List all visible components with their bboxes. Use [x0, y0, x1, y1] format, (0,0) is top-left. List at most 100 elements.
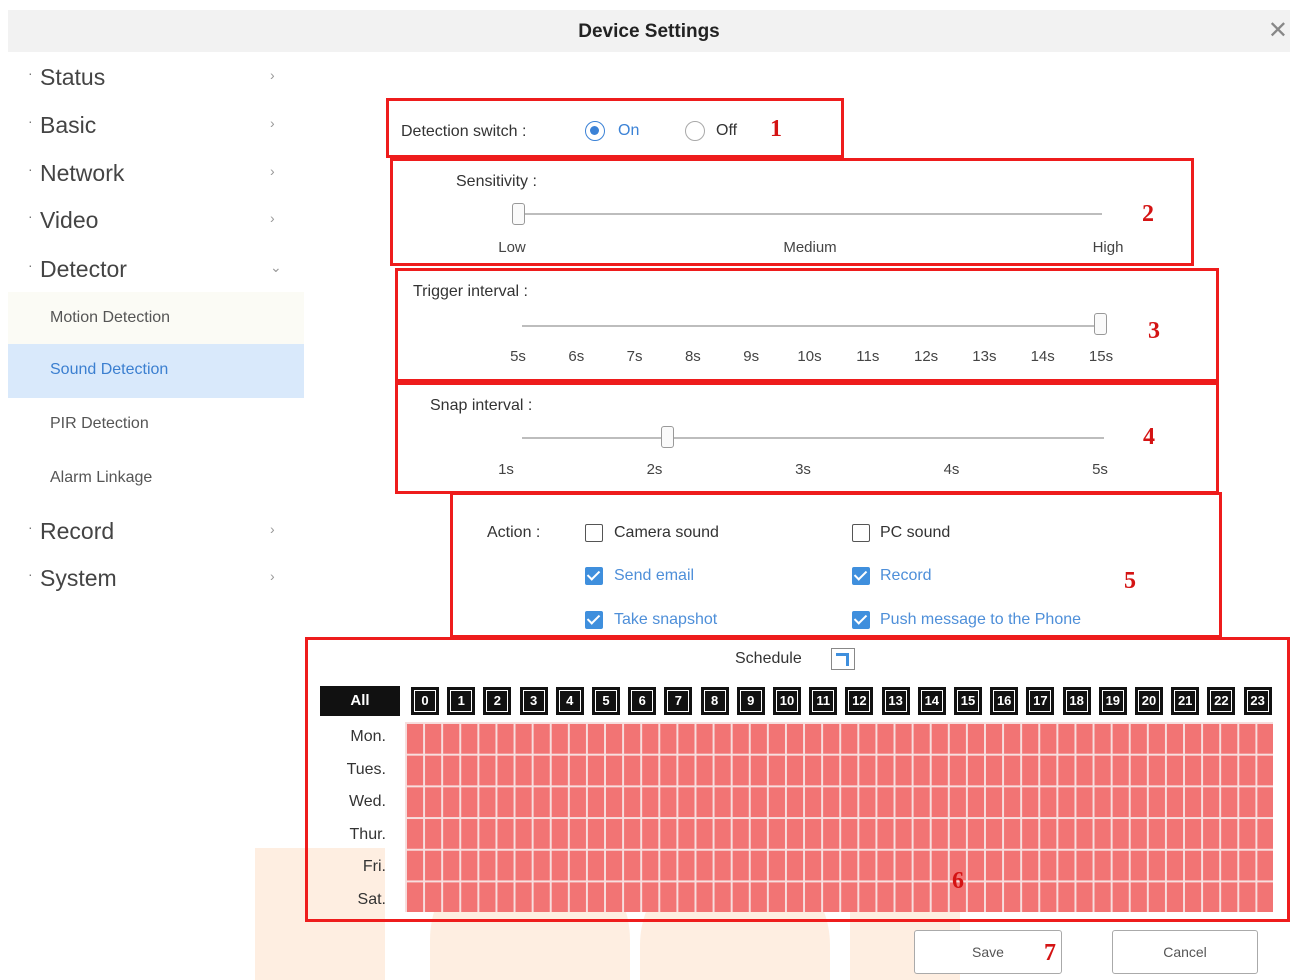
- day-label[interactable]: Fri.: [322, 858, 400, 876]
- hour-button[interactable]: 3: [519, 687, 548, 715]
- sidebar-item-basic[interactable]: · Basic ›: [8, 103, 304, 143]
- sidebar-item-network[interactable]: · Network ›: [8, 151, 304, 191]
- chevron-right-icon: ›: [270, 568, 275, 584]
- take-snapshot-checkbox[interactable]: [585, 611, 603, 629]
- day-label[interactable]: Wed.: [322, 793, 400, 811]
- sidebar-item-label: System: [40, 565, 117, 591]
- sidebar-item-video[interactable]: · Video ›: [8, 198, 304, 238]
- hour-button[interactable]: 21: [1171, 687, 1200, 715]
- sensitivity-track[interactable]: [518, 213, 1102, 215]
- hour-button[interactable]: 5: [592, 687, 620, 715]
- trigger-interval-slider-handle[interactable]: [1094, 313, 1107, 335]
- day-label[interactable]: Mon.: [322, 728, 400, 746]
- sidebar-item-label: Record: [40, 518, 115, 544]
- detection-off-radio[interactable]: [685, 121, 705, 141]
- hour-button[interactable]: 1: [447, 687, 476, 715]
- annotation-number-1: 1: [770, 116, 782, 142]
- chevron-right-icon: ›: [270, 163, 275, 179]
- hour-button[interactable]: 22: [1207, 687, 1236, 715]
- sidebar-subitem-label: Alarm Linkage: [50, 469, 153, 486]
- detection-on-radio[interactable]: [585, 121, 605, 141]
- hour-button[interactable]: 0: [411, 687, 439, 715]
- detection-on-label[interactable]: On: [618, 122, 639, 140]
- pc-sound-label[interactable]: PC sound: [880, 524, 950, 542]
- device-settings-window: Device Settings ✕ · Status › · Basic › ·…: [0, 0, 1290, 980]
- sensitivity-slider-handle[interactable]: [512, 203, 525, 225]
- push-message-label[interactable]: Push message to the Phone: [880, 611, 1081, 629]
- day-label[interactable]: Thur.: [322, 826, 400, 844]
- hour-button[interactable]: 17: [1026, 687, 1055, 715]
- take-snapshot-label[interactable]: Take snapshot: [614, 611, 717, 629]
- hour-button[interactable]: 9: [736, 687, 765, 715]
- trigger-interval-tick: 9s: [743, 348, 760, 365]
- send-email-label[interactable]: Send email: [614, 567, 694, 585]
- hour-button[interactable]: 2: [483, 687, 512, 715]
- bullet-icon: ·: [28, 65, 33, 81]
- detection-off-label[interactable]: Off: [716, 122, 737, 140]
- annotation-number-7: 7: [1044, 940, 1056, 966]
- hour-button[interactable]: 16: [990, 687, 1019, 715]
- chevron-right-icon: ›: [270, 210, 275, 226]
- pc-sound-checkbox[interactable]: [852, 524, 870, 542]
- camera-sound-label[interactable]: Camera sound: [614, 524, 719, 542]
- hour-button[interactable]: 10: [773, 687, 801, 715]
- hour-button[interactable]: 7: [664, 687, 693, 715]
- camera-sound-checkbox[interactable]: [585, 524, 603, 542]
- save-button[interactable]: Save: [914, 930, 1062, 974]
- sidebar-subitem-sound-detection[interactable]: Sound Detection: [8, 344, 304, 398]
- hour-button[interactable]: 14: [917, 687, 946, 715]
- expand-icon[interactable]: [831, 648, 855, 670]
- sidebar-subitem-alarm-linkage[interactable]: Alarm Linkage: [8, 452, 304, 506]
- select-all-button[interactable]: All: [320, 686, 400, 716]
- sidebar-item-detector[interactable]: · Detector ⌄: [8, 247, 304, 287]
- sidebar-item-label: Network: [40, 160, 125, 186]
- bullet-icon: ·: [28, 519, 33, 535]
- hour-button[interactable]: 12: [845, 687, 874, 715]
- annotation-number-2: 2: [1142, 201, 1154, 227]
- cancel-button[interactable]: Cancel: [1112, 930, 1258, 974]
- sensitivity-tick: High: [1092, 239, 1124, 256]
- hour-button[interactable]: 18: [1062, 687, 1091, 715]
- hour-button[interactable]: 11: [809, 687, 838, 715]
- sidebar-subitem-motion-detection[interactable]: Motion Detection: [8, 292, 304, 346]
- trigger-interval-tick: 7s: [626, 348, 643, 365]
- bullet-icon: ·: [28, 161, 33, 177]
- trigger-interval-tick: 6s: [568, 348, 585, 365]
- day-label[interactable]: Tues.: [322, 761, 400, 779]
- sidebar-subitem-pir-detection[interactable]: PIR Detection: [8, 398, 304, 452]
- hour-button[interactable]: 8: [700, 687, 729, 715]
- chevron-right-icon: ›: [270, 521, 275, 537]
- bullet-icon: ·: [28, 113, 33, 129]
- snap-interval-track[interactable]: [522, 437, 1104, 439]
- record-checkbox[interactable]: [852, 567, 870, 585]
- sidebar-item-system[interactable]: · System ›: [8, 556, 304, 596]
- hour-button[interactable]: 13: [881, 687, 910, 715]
- sidebar-item-label: Detector: [40, 256, 127, 282]
- sidebar-item-record[interactable]: · Record ›: [8, 509, 304, 549]
- annotation-number-6: 6: [952, 868, 964, 894]
- snap-interval-tick: 3s: [795, 461, 811, 478]
- trigger-interval-tick: 14s: [1030, 348, 1055, 365]
- trigger-interval-tick: 5s: [510, 348, 526, 365]
- snap-interval-tick: 2s: [646, 461, 663, 478]
- hour-button[interactable]: 15: [954, 687, 982, 715]
- push-message-checkbox[interactable]: [852, 611, 870, 629]
- snap-interval-slider-handle[interactable]: [661, 426, 674, 448]
- chevron-down-icon: ⌄: [270, 259, 282, 275]
- hour-button[interactable]: 4: [555, 687, 584, 715]
- title-bar: Device Settings ✕: [8, 10, 1290, 52]
- annotation-box-5: [450, 492, 1222, 638]
- close-icon[interactable]: ✕: [1268, 16, 1288, 45]
- annotation-number-5: 5: [1124, 568, 1136, 594]
- sidebar-item-label: Basic: [40, 112, 97, 138]
- hour-button[interactable]: 23: [1243, 687, 1272, 715]
- trigger-interval-track[interactable]: [522, 325, 1104, 327]
- hour-button[interactable]: 19: [1098, 687, 1127, 715]
- sidebar-item-status[interactable]: · Status ›: [8, 55, 304, 95]
- hour-button[interactable]: 20: [1135, 687, 1163, 715]
- record-label[interactable]: Record: [880, 567, 932, 585]
- day-label[interactable]: Sat.: [322, 891, 400, 909]
- hour-button[interactable]: 6: [628, 687, 657, 715]
- schedule-grid[interactable]: [405, 722, 1273, 912]
- send-email-checkbox[interactable]: [585, 567, 603, 585]
